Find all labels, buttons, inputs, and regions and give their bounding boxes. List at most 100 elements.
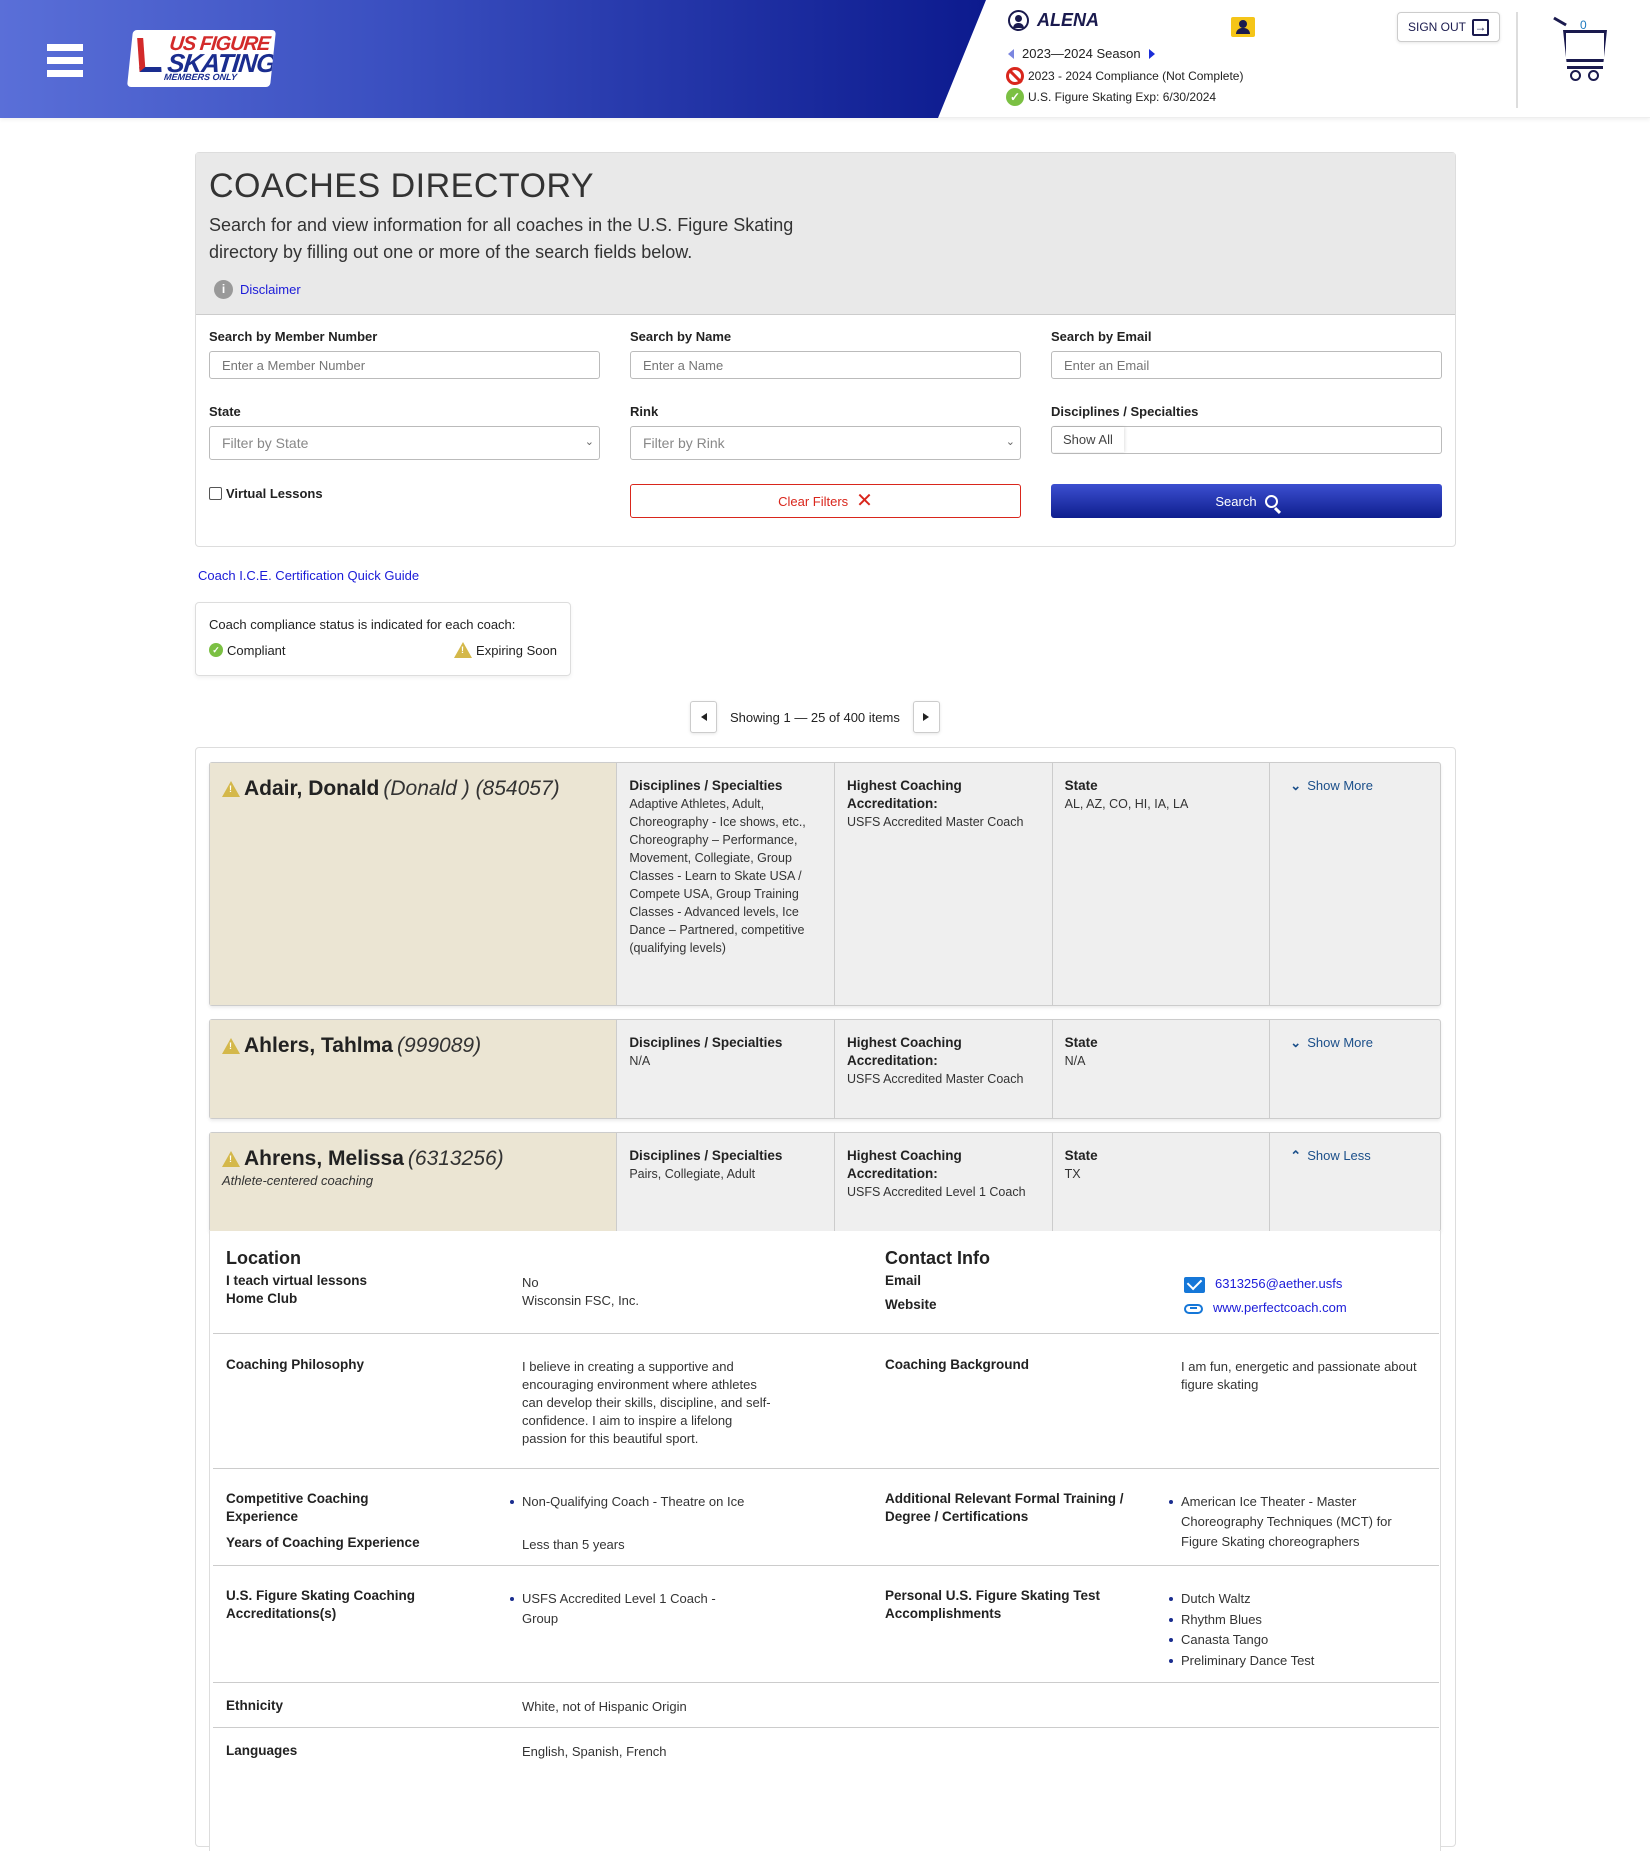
show-more-button[interactable]: ⌄ Show More: [1282, 777, 1428, 795]
ethnicity-value: White, not of Hispanic Origin: [522, 1699, 687, 1714]
accreditation-cell: Highest Coaching Accreditation: USFS Accr…: [835, 1020, 1053, 1118]
pagination-text: Showing 1 — 25 of 400 items: [730, 709, 900, 725]
coach-tagline: Athlete-centered coaching: [222, 1173, 374, 1188]
toggle-label: Show More: [1307, 778, 1373, 793]
background-value: I am fun, energetic and passionate about…: [1181, 1359, 1417, 1392]
test-item: Dutch Waltz: [1169, 1589, 1431, 1610]
caret-left-icon: [700, 713, 707, 721]
sign-out-button[interactable]: SIGN OUT →: [1397, 12, 1500, 42]
next-page-button[interactable]: [912, 701, 940, 733]
show-less-button[interactable]: ⌃ Show Less: [1282, 1147, 1428, 1165]
languages-label: Languages: [226, 1743, 298, 1758]
virtual-lessons-label: Virtual Lessons: [226, 486, 323, 501]
close-icon: ✕: [856, 490, 873, 512]
search-button[interactable]: Search: [1051, 484, 1442, 518]
detail-row-accreditations: U.S. Figure Skating Coaching Accreditati…: [213, 1566, 1439, 1683]
virtual-lessons-value: No: [522, 1275, 539, 1290]
coach-results: Adair, Donald(Donald ) (854057) Discipli…: [195, 747, 1456, 1851]
email-label: Search by Email: [1051, 329, 1152, 344]
state-cell: State AL, AZ, CO, HI, IA, LA: [1053, 763, 1271, 1005]
website-link[interactable]: www.perfectcoach.com: [1213, 1300, 1347, 1315]
name-label: Search by Name: [630, 329, 732, 344]
season-label: 2023—2024 Season: [1022, 46, 1141, 61]
website-label: Website: [885, 1297, 937, 1312]
chevron-up-icon: ⌃: [1290, 1148, 1302, 1163]
coach-name[interactable]: Ahlers, Tahlma: [244, 1034, 393, 1058]
chevron-down-icon: ⌄: [1290, 778, 1302, 793]
email-input[interactable]: [1051, 351, 1442, 379]
ethnicity-label: Ethnicity: [226, 1698, 284, 1713]
test-item: Canasta Tango: [1169, 1630, 1431, 1651]
coach-badge-icon[interactable]: [1231, 17, 1255, 37]
state-field: State Filter by State ⌄: [209, 404, 600, 460]
rink-select[interactable]: Filter by Rink ⌄: [630, 426, 1021, 460]
philosophy-value: I believe in creating a supportive and e…: [522, 1359, 771, 1446]
additional-training-list: American Ice Theater - Master Choreograp…: [1169, 1492, 1431, 1552]
compliance-text: 2023 - 2024 Compliance (Not Complete): [1028, 69, 1244, 83]
cart-icon: [1553, 16, 1567, 27]
coach-name[interactable]: Adair, Donald: [244, 777, 379, 801]
accreditation-value: USFS Accredited Master Coach: [846, 815, 1024, 829]
compliance-legend: Coach compliance status is indicated for…: [195, 602, 571, 676]
checkbox-box[interactable]: [209, 487, 222, 500]
user-circle-icon: [1008, 10, 1029, 31]
state-heading: State: [1064, 778, 1098, 793]
test-item: Rhythm Blues: [1169, 1610, 1431, 1631]
coach-card: Adair, Donald(Donald ) (854057) Discipli…: [209, 762, 1441, 1006]
ice-certification-guide-link[interactable]: Coach I.C.E. Certification Quick Guide: [198, 568, 419, 583]
state-cell: State N/A: [1053, 1020, 1271, 1118]
disciplines-heading: Disciplines / Specialties: [629, 1035, 783, 1050]
hamburger-menu-icon[interactable]: [47, 44, 83, 78]
clear-filters-button[interactable]: Clear Filters ✕: [630, 484, 1021, 518]
logo-line3: MEMBERS ONLY: [163, 72, 238, 82]
page-title: COACHES DIRECTORY: [209, 167, 595, 205]
skater-logo-mark: [137, 38, 162, 72]
next-season-arrow-icon[interactable]: [1148, 48, 1155, 59]
coach-name[interactable]: Ahrens, Melissa: [244, 1147, 404, 1171]
detail-row-languages: Languages English, Spanish, French: [213, 1728, 1439, 1773]
clear-filters-label: Clear Filters: [778, 493, 849, 509]
member-number-field: Search by Member Number: [209, 329, 600, 379]
disciplines-heading: Disciplines / Specialties: [629, 1148, 783, 1163]
years-label: Years of Coaching Experience: [226, 1535, 420, 1550]
email-row: 6313256@aether.usfs: [1184, 1275, 1342, 1293]
disciplines-cell: Disciplines / Specialties Pairs, Collegia…: [617, 1133, 835, 1231]
cart-button[interactable]: 0: [1553, 16, 1615, 81]
warning-icon: [454, 642, 473, 658]
search-label: Search: [1215, 493, 1257, 509]
show-more-button[interactable]: ⌄ Show More: [1282, 1034, 1428, 1052]
contact-heading: Contact Info: [885, 1248, 990, 1268]
name-input[interactable]: [630, 351, 1021, 379]
coach-id: (Donald ) (854057): [383, 777, 560, 800]
competitive-item: Non-Qualifying Coach - Theatre on Ice: [510, 1492, 762, 1512]
virtual-lessons-checkbox[interactable]: Virtual Lessons: [209, 486, 323, 501]
toggle-label: Show More: [1307, 1035, 1373, 1050]
detail-row-ethnicity: Ethnicity White, not of Hispanic Origin: [213, 1683, 1439, 1728]
state-value: N/A: [1064, 1054, 1086, 1068]
us-figure-skating-logo[interactable]: US FIGURE SKATING MEMBERS ONLY: [127, 30, 276, 87]
membership-status: ✓ U.S. Figure Skating Exp: 6/30/2024: [1006, 88, 1216, 106]
expiring-soon-icon: [222, 1038, 240, 1054]
member-number-input[interactable]: [209, 351, 600, 379]
cart-count: 0: [1580, 18, 1587, 32]
membership-exp-text: U.S. Figure Skating Exp: 6/30/2024: [1028, 90, 1217, 104]
rink-field: Rink Filter by Rink ⌄: [630, 404, 1021, 460]
previous-season-arrow-icon[interactable]: [1008, 48, 1014, 59]
disciplines-selected: Show All: [1052, 427, 1124, 452]
disclaimer-link[interactable]: Disclaimer: [240, 282, 301, 297]
name-field: Search by Name: [630, 329, 1021, 379]
accreditation-heading: Highest Coaching Accreditation:: [846, 1148, 962, 1181]
email-link[interactable]: 6313256@aether.usfs: [1215, 1276, 1342, 1291]
state-select[interactable]: Filter by State ⌄: [209, 426, 600, 460]
user-name: ALENA: [1037, 10, 1099, 30]
coach-card: Ahrens, Melissa(6313256) Athlete-centere…: [209, 1132, 1441, 1232]
state-cell: State TX: [1053, 1133, 1271, 1231]
disciplines-select[interactable]: Show All: [1051, 426, 1442, 454]
previous-page-button[interactable]: [690, 701, 717, 733]
season-selector: 2023—2024 Season: [1008, 46, 1155, 61]
pagination: Showing 1 — 25 of 400 items: [690, 701, 940, 733]
coach-name-cell: Ahlers, Tahlma(999089): [210, 1020, 618, 1118]
expiring-label: Expiring Soon: [476, 642, 557, 658]
toggle-cell: ⌄ Show More: [1270, 763, 1440, 1005]
compliant-icon: ✓: [209, 643, 223, 657]
